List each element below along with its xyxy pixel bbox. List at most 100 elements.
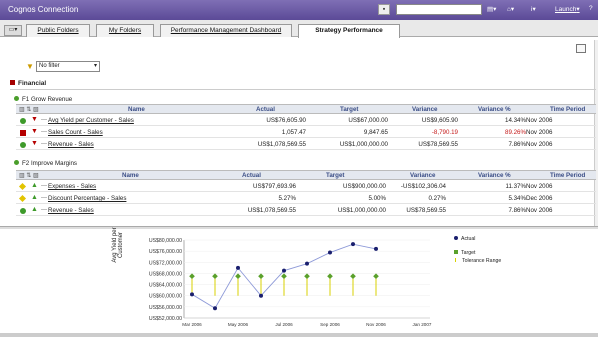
actual-point	[213, 306, 217, 311]
legend-item-actual: Actual	[454, 236, 501, 244]
column-actual[interactable]: Actual	[242, 172, 261, 179]
column-name[interactable]: Name	[122, 172, 139, 179]
tab-menu-icon[interactable]: ▭▾	[4, 25, 22, 36]
variance-value: US$78,569.55	[406, 207, 446, 214]
objective-title-text: F2 Improve Margins	[22, 160, 78, 167]
target-value: 5.00%	[368, 195, 386, 202]
actual-value: US$797,693.96	[252, 183, 296, 190]
table-row[interactable]: ▲ — Discount Percentage - Sales 5.27% 5.…	[16, 193, 596, 204]
actual-value: 5.27%	[278, 195, 296, 202]
target-marker	[350, 273, 356, 280]
table-row[interactable]: ▼ — Sales Count - Sales 1,057.47 9,847.6…	[16, 127, 596, 138]
section-header: Financial	[10, 80, 596, 90]
y-tick-label: US$76,000.00	[149, 249, 182, 255]
metric-link[interactable]: Avg Yield per Customer - Sales	[48, 117, 134, 124]
status-diamond-icon	[18, 182, 27, 191]
section-title: Financial	[18, 80, 47, 87]
legend-dot-icon	[454, 236, 458, 240]
column-target[interactable]: Target	[340, 106, 358, 113]
filter-select[interactable]: No filter ▾	[36, 61, 100, 72]
trend-up-icon: ▲	[31, 206, 38, 213]
time-period-value: Nov 2006	[526, 183, 553, 190]
x-tick-label: Sep 2006	[320, 322, 340, 327]
tab-performance-dashboard[interactable]: Performance Management Dashboard	[160, 24, 292, 37]
table-row[interactable]: ▲ — Revenue - Sales US$1,078,569.55 US$1…	[16, 205, 596, 216]
print-icon[interactable]	[576, 44, 586, 53]
line-chart: US$52,000.00 US$56,000.00 US$60,000.00 US$6…	[149, 238, 432, 327]
view-menu-icon[interactable]: ▤▾	[487, 5, 496, 13]
variance-value: -US$102,306.04	[400, 183, 446, 190]
launch-menu[interactable]: Launch▾	[555, 5, 580, 13]
y-tick-label: US$68,000.00	[149, 271, 182, 277]
section-icon	[10, 80, 15, 85]
actual-value: 1,057.47	[281, 129, 306, 136]
tools-icon[interactable]: i▾	[531, 5, 536, 13]
status-green-icon	[20, 142, 26, 148]
column-icons: ▥ ⇅ ▧	[19, 107, 39, 113]
column-time-period[interactable]: Time Period	[550, 106, 585, 113]
metric-link[interactable]: Sales Count - Sales	[48, 129, 103, 136]
metric-link[interactable]: Revenue - Sales	[48, 207, 94, 214]
table-row[interactable]: ▼ — Avg Yield per Customer - Sales US$76…	[16, 115, 596, 126]
legend-bar-icon	[455, 258, 459, 262]
table-header: ▥ ⇅ ▧ Name Actual Target Variance Varian…	[16, 104, 596, 114]
tab-strategy-performance[interactable]: Strategy Performance	[298, 24, 400, 38]
top-bar: Cognos Connection ▪ ▤▾ ⌂▾ i▾ Launch▾ ?	[0, 0, 598, 20]
column-time-period[interactable]: Time Period	[550, 172, 585, 179]
metric-link[interactable]: Revenue - Sales	[48, 141, 94, 148]
legend-square-icon	[454, 250, 458, 254]
column-variance-pct[interactable]: Variance %	[478, 172, 511, 179]
actual-point	[282, 268, 286, 273]
y-tick-label: US$72,000.00	[149, 260, 182, 266]
variance-pct-value: 89.26%	[505, 129, 526, 136]
variance-value: US$9,605.90	[421, 117, 458, 124]
tab-public-folders[interactable]: Public Folders	[26, 24, 90, 37]
help-icon[interactable]: ?	[589, 5, 593, 12]
target-marker	[212, 273, 218, 280]
variance-pct-value: 11.37%	[505, 183, 526, 190]
tab-my-folders[interactable]: My Folders	[96, 24, 154, 37]
dash-icon: —	[41, 129, 47, 135]
actual-point	[328, 250, 332, 255]
metric-link[interactable]: Discount Percentage - Sales	[48, 195, 126, 202]
actual-point	[305, 261, 309, 266]
legend-item-target: Target	[454, 250, 501, 258]
target-marker	[235, 273, 241, 280]
x-tick-label: May 2006	[228, 322, 249, 327]
actual-point	[190, 292, 194, 297]
objective-title: F1 Grow Revenue	[14, 96, 72, 103]
target-marker	[304, 273, 310, 280]
column-target[interactable]: Target	[326, 172, 344, 179]
tab-bar: ▭▾ Public Folders My Folders Performance…	[0, 20, 598, 38]
actual-point	[351, 242, 355, 247]
dash-icon: —	[41, 117, 47, 123]
target-marker	[373, 273, 379, 280]
target-value: 9,847.65	[363, 129, 388, 136]
trend-down-icon: ▼	[31, 140, 38, 147]
column-variance[interactable]: Variance	[412, 106, 437, 113]
dash-icon: —	[41, 195, 47, 201]
variance-pct-value: 14.34%	[505, 117, 526, 124]
column-icons: ▥ ⇅ ▧	[19, 173, 39, 179]
status-green-icon	[20, 118, 26, 124]
column-actual[interactable]: Actual	[256, 106, 275, 113]
search-input[interactable]	[396, 4, 482, 15]
table-row[interactable]: ▲ — Expenses - Sales US$797,693.96 US$90…	[16, 181, 596, 192]
actual-point	[236, 265, 240, 270]
bookmark-icon[interactable]: ▪	[378, 4, 390, 15]
y-tick-label: US$64,000.00	[149, 283, 182, 289]
time-period-value: Nov 2006	[526, 141, 553, 148]
table-row[interactable]: ▼ — Revenue - Sales US$1,078,569.55 US$1…	[16, 139, 596, 150]
home-icon[interactable]: ⌂▾	[507, 5, 514, 13]
time-period-value: Dec 2006	[526, 195, 553, 202]
variance-pct-value: 5.34%	[508, 195, 526, 202]
column-variance-pct[interactable]: Variance %	[478, 106, 511, 113]
objective-title: F2 Improve Margins	[14, 160, 77, 167]
column-variance[interactable]: Variance	[410, 172, 435, 179]
column-name[interactable]: Name	[128, 106, 145, 113]
status-dot-icon	[14, 160, 19, 165]
table-header: ▥ ⇅ ▧ Name Actual Target Variance Varian…	[16, 170, 596, 180]
metric-link[interactable]: Expenses - Sales	[48, 183, 96, 190]
actual-point	[259, 293, 263, 298]
chart-legend: Actual Target Tolerance Range	[454, 236, 501, 266]
